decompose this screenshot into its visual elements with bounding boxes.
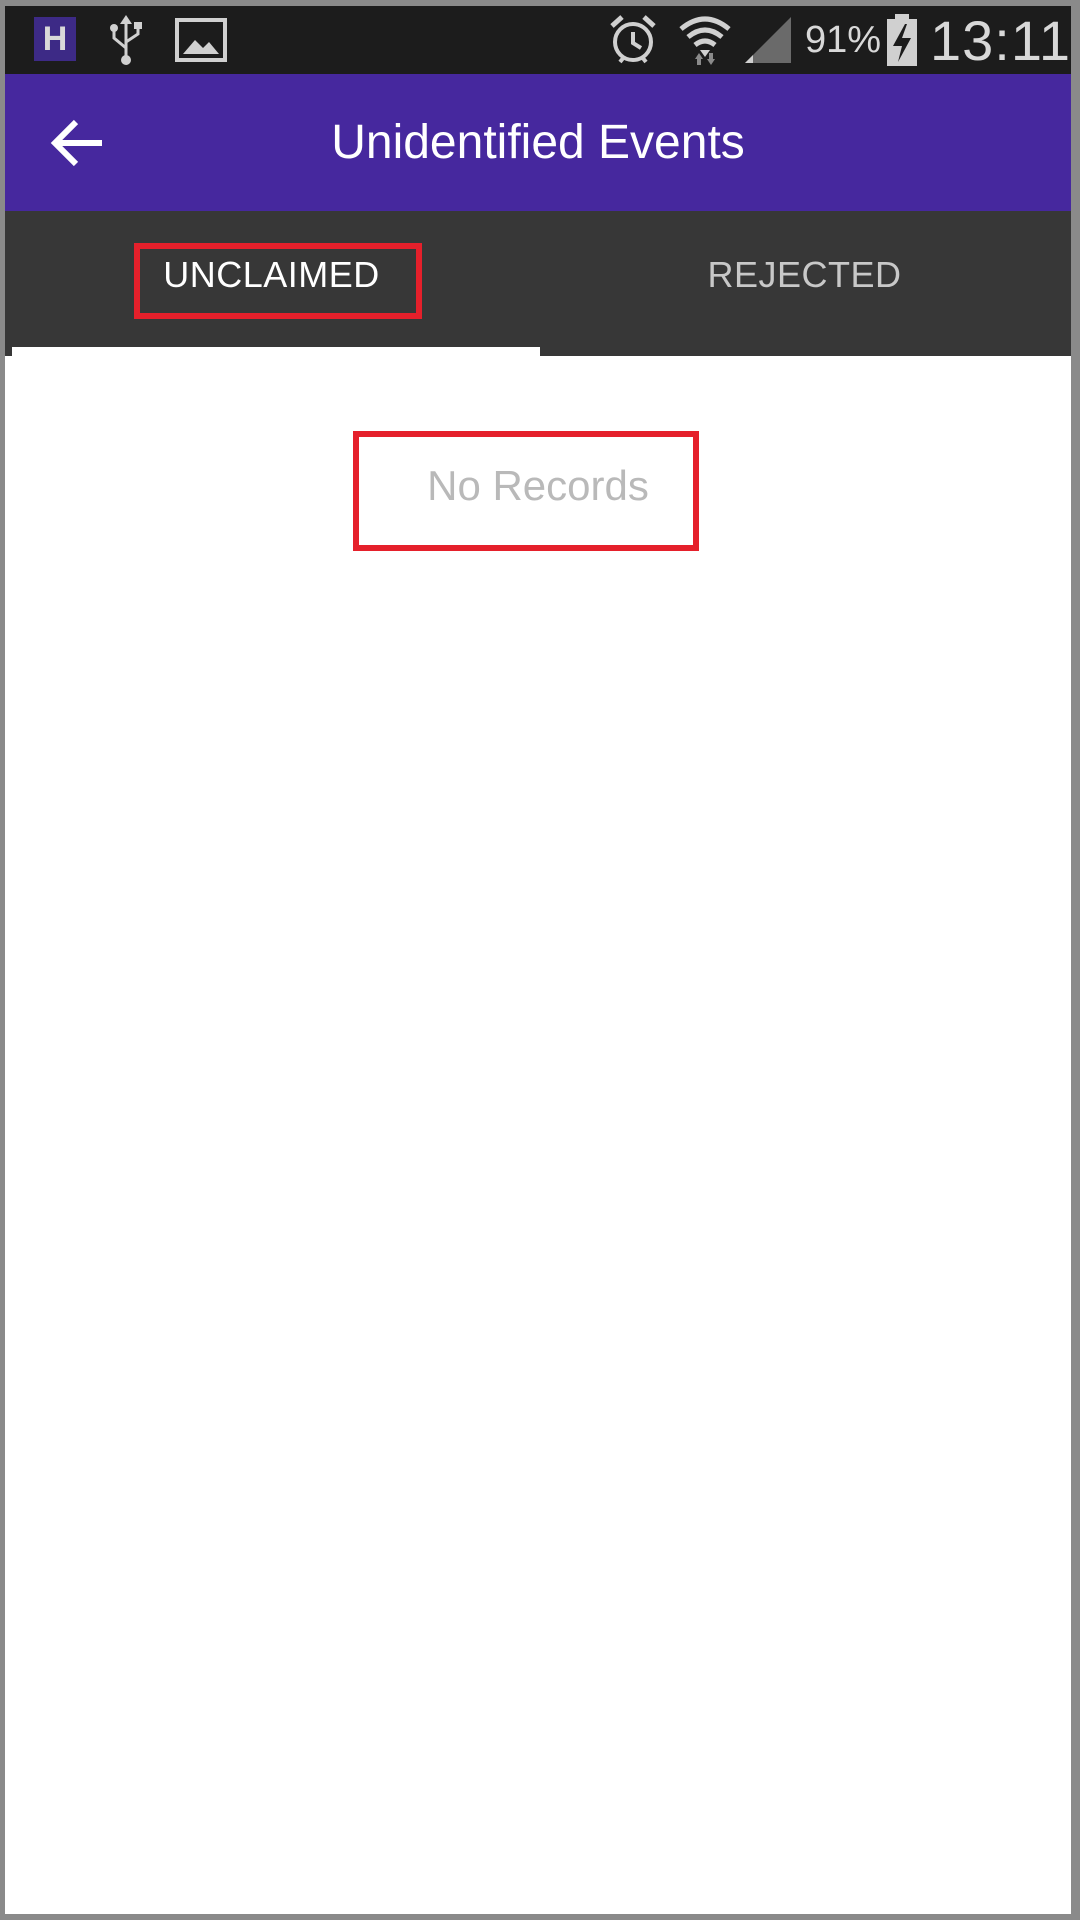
- back-arrow-icon: [50, 119, 102, 167]
- events-list: No Records: [5, 363, 1071, 1914]
- app-badge-letter: H: [42, 19, 68, 58]
- tab-rejected-label: REJECTED: [707, 253, 902, 295]
- device-frame: H 91% 13:11 Unidentified Events UNCLAIME…: [0, 0, 1080, 1920]
- tab-unclaimed[interactable]: UNCLAIMED: [5, 211, 538, 356]
- tab-selected-indicator: [12, 347, 540, 356]
- status-bar: H 91% 13:11: [5, 6, 1071, 74]
- tab-bar: UNCLAIMED REJECTED: [5, 211, 1071, 356]
- empty-state-message: No Records: [427, 462, 649, 509]
- status-clock: 13:11: [930, 8, 1071, 72]
- wifi-icon: [677, 6, 733, 74]
- tab-rejected[interactable]: REJECTED: [538, 211, 1071, 356]
- usb-icon: [108, 6, 144, 74]
- app-notification-icon: H: [34, 17, 76, 61]
- image-icon: [175, 6, 227, 74]
- app-bar: Unidentified Events: [5, 74, 1071, 211]
- battery-percent: 91%: [805, 18, 882, 61]
- alarm-icon: [608, 6, 658, 74]
- screen: H 91% 13:11 Unidentified Events UNCLAIME…: [5, 6, 1071, 1914]
- battery-charging-icon: [885, 6, 919, 74]
- back-button[interactable]: [39, 104, 117, 182]
- page-title: Unidentified Events: [331, 116, 745, 169]
- tab-unclaimed-label: UNCLAIMED: [163, 253, 380, 295]
- signal-icon: [743, 6, 793, 74]
